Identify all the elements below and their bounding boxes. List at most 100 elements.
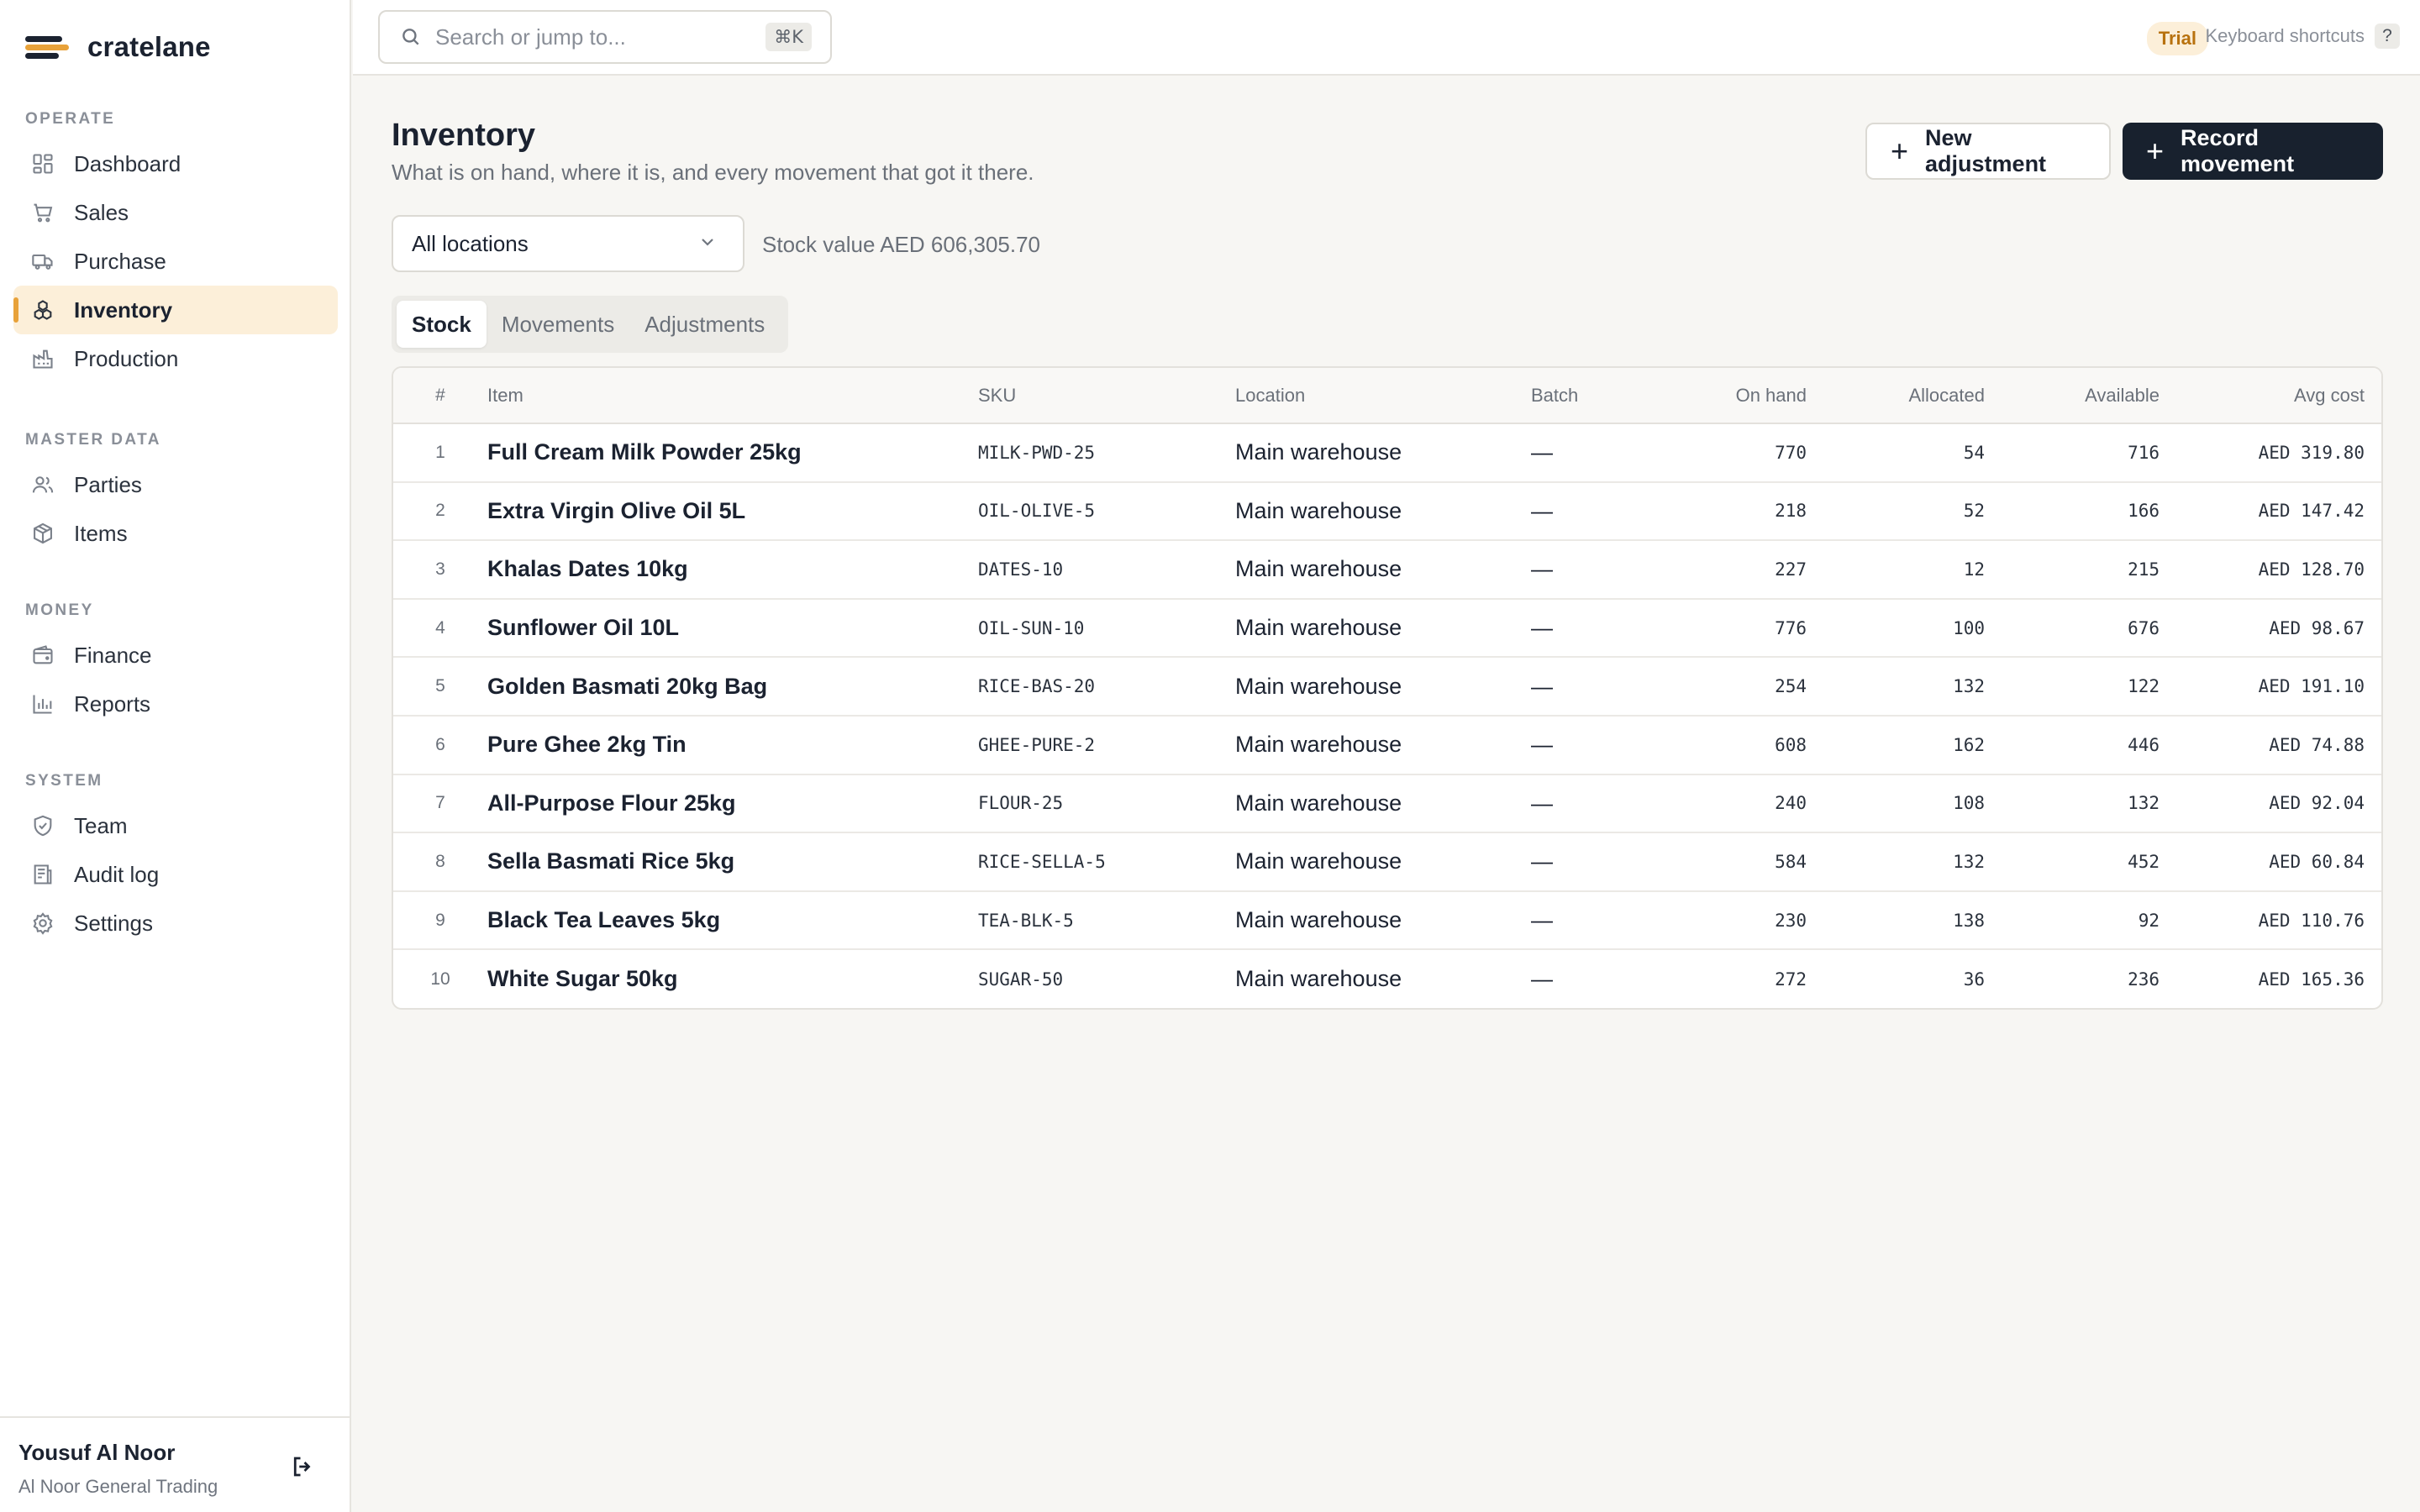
column-header-on-hand[interactable]: On hand	[1657, 368, 1807, 424]
location-filter-value: All locations	[412, 230, 529, 256]
sidebar-item-production[interactable]: Production	[13, 334, 338, 383]
cell-on-hand: 230	[1657, 890, 1807, 951]
table-row[interactable]: 7 All-Purpose Flour 25kg FLOUR-25 Main w…	[393, 774, 2381, 834]
cell-location: Main warehouse	[1235, 890, 1531, 951]
cell-batch: —	[1531, 774, 1657, 834]
cell-on-hand: 227	[1657, 540, 1807, 600]
table-row[interactable]: 4 Sunflower Oil 10L OIL-SUN-10 Main ware…	[393, 598, 2381, 659]
cell-avg-cost: AED 74.88	[2160, 715, 2381, 775]
column-header-available[interactable]: Available	[1985, 368, 2160, 424]
column-header-number: #	[393, 368, 487, 424]
cell-item[interactable]: Golden Basmati 20kg Bag	[487, 657, 978, 717]
cell-allocated: 36	[1963, 969, 1985, 990]
tab-adjustments[interactable]: Adjustments	[629, 301, 780, 348]
nav-section-money: MONEY Finance Reports	[0, 599, 351, 728]
brand-name: cratelane	[87, 31, 211, 62]
tab-stock[interactable]: Stock	[397, 301, 487, 348]
table-row[interactable]: 9 Black Tea Leaves 5kg TEA-BLK-5 Main wa…	[393, 890, 2381, 951]
nav-section-operate: OPERATE Dashboard Sales Purchase Invento…	[0, 108, 351, 383]
cell-batch: —	[1531, 540, 1657, 600]
cell-number: 2	[393, 481, 487, 542]
cell-number: 3	[393, 540, 487, 600]
table-row[interactable]: 1 Full Cream Milk Powder 25kg MILK-PWD-2…	[393, 423, 2381, 483]
sidebar-item-team[interactable]: Team	[13, 801, 338, 850]
search-box[interactable]: ⌘K	[378, 10, 832, 64]
logout-button[interactable]	[287, 1452, 318, 1482]
plus-icon: +	[2146, 134, 2165, 168]
sidebar-item-items[interactable]: Items	[13, 509, 338, 558]
cell-on-hand: 770	[1657, 423, 1807, 483]
cell-item[interactable]: Extra Virgin Olive Oil 5L	[487, 481, 978, 542]
cell-on-hand: 608	[1657, 715, 1807, 775]
table-row[interactable]: 6 Pure Ghee 2kg Tin GHEE-PURE-2 Main war…	[393, 715, 2381, 775]
sidebar-item-settings[interactable]: Settings	[13, 899, 338, 948]
sidebar-item-inventory[interactable]: Inventory	[13, 286, 338, 334]
sidebar-item-finance[interactable]: Finance	[13, 631, 338, 680]
help-key-icon: ?	[2375, 24, 2400, 49]
nav-section-title: MASTER DATA	[25, 431, 161, 449]
cell-item[interactable]: Sunflower Oil 10L	[487, 598, 978, 659]
table-row[interactable]: 3 Khalas Dates 10kg DATES-10 Main wareho…	[393, 540, 2381, 600]
column-header-location[interactable]: Location	[1235, 368, 1531, 424]
cell-avg-cost: AED 98.67	[2160, 598, 2381, 659]
sidebar-item-label: Audit log	[74, 861, 160, 887]
cell-on-hand: 584	[1657, 832, 1807, 892]
brand[interactable]: cratelane	[25, 29, 211, 66]
sidebar-item-label: Purchase	[74, 248, 166, 274]
stock-value: Stock value AED 606,305.70	[762, 232, 1041, 257]
cell-item[interactable]: Full Cream Milk Powder 25kg	[487, 423, 978, 483]
cell-item[interactable]: White Sugar 50kg	[487, 949, 978, 1008]
sidebar-item-dashboard[interactable]: Dashboard	[13, 139, 338, 188]
cell-available: 452	[1985, 832, 2160, 892]
column-header-item[interactable]: Item	[487, 368, 978, 424]
sidebar-item-label: Reports	[74, 690, 151, 717]
record-movement-button[interactable]: + Record movement	[2123, 123, 2383, 180]
sidebar-item-audit-log[interactable]: Audit log	[13, 850, 338, 899]
cell-number: 1	[393, 423, 487, 483]
gear-icon	[30, 911, 55, 936]
sidebar-item-reports[interactable]: Reports	[13, 680, 338, 728]
search-shortcut-hint: ⌘K	[765, 23, 812, 51]
column-header-batch[interactable]: Batch	[1531, 368, 1657, 424]
sidebar-item-sales[interactable]: Sales	[13, 188, 338, 237]
cell-allocated: 54	[1807, 423, 1985, 483]
package-icon	[30, 521, 55, 546]
search-input[interactable]	[435, 24, 766, 50]
table-row[interactable]: 2 Extra Virgin Olive Oil 5L OIL-OLIVE-5 …	[393, 481, 2381, 542]
keyboard-shortcuts-button[interactable]: Keyboard shortcuts ?	[2205, 24, 2400, 49]
table-row[interactable]: 10 White Sugar 50kg SUGAR-50 Main wareho…	[393, 949, 2381, 1008]
cell-sku: RICE-SELLA-5	[978, 832, 1235, 892]
cell-item[interactable]: Black Tea Leaves 5kg	[487, 890, 978, 951]
cell-available: 215	[1985, 540, 2160, 600]
cell-batch: —	[1531, 657, 1657, 717]
column-header-sku[interactable]: SKU	[978, 368, 1235, 424]
sidebar-item-label: Inventory	[74, 297, 173, 323]
cell-avg-cost: AED 128.70	[2160, 540, 2381, 600]
inventory-tabs: Stock Movements Adjustments	[392, 296, 788, 353]
sidebar-item-purchase[interactable]: Purchase	[13, 237, 338, 286]
tab-movements[interactable]: Movements	[487, 301, 629, 348]
cell-on-hand: 776	[1657, 598, 1807, 659]
cell-item[interactable]: Sella Basmati Rice 5kg	[487, 832, 978, 892]
cell-item[interactable]: Khalas Dates 10kg	[487, 540, 978, 600]
cell-batch: —	[1531, 598, 1657, 659]
cell-item[interactable]: All-Purpose Flour 25kg	[487, 774, 978, 834]
table-row[interactable]: 5 Golden Basmati 20kg Bag RICE-BAS-20 Ma…	[393, 657, 2381, 717]
sidebar-item-parties[interactable]: Parties	[13, 460, 338, 509]
cell-allocated: 132	[1807, 832, 1985, 892]
cell-avg-cost: AED 191.10	[2160, 657, 2381, 717]
cell-sku: GHEE-PURE-2	[978, 715, 1235, 775]
cell-available: 132	[1985, 774, 2160, 834]
table-row[interactable]: 8 Sella Basmati Rice 5kg RICE-SELLA-5 Ma…	[393, 832, 2381, 892]
cratelane-logo-icon	[25, 33, 69, 61]
logout-icon	[293, 1457, 311, 1477]
cell-sku: OIL-SUN-10	[978, 598, 1235, 659]
column-header-avg-cost[interactable]: Avg cost	[2160, 368, 2381, 424]
location-filter-select[interactable]: All locations	[392, 215, 744, 272]
cell-allocated: 138	[1807, 890, 1985, 951]
cell-item[interactable]: Pure Ghee 2kg Tin	[487, 715, 978, 775]
sidebar-item-label: Team	[74, 812, 128, 838]
new-adjustment-button[interactable]: + New adjustment	[1865, 123, 2111, 180]
user-org: Al Noor General Trading	[18, 1476, 218, 1497]
column-header-allocated[interactable]: Allocated	[1807, 368, 1985, 424]
